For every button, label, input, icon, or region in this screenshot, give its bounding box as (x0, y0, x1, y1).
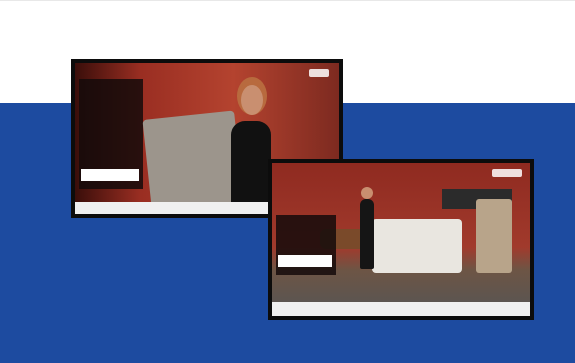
bed-display (372, 219, 462, 273)
channel-logo (492, 169, 522, 177)
blanket-product (142, 110, 244, 212)
channel-logo (309, 69, 329, 77)
ticker-bar (272, 302, 530, 316)
host-figure (360, 199, 374, 269)
price-box (81, 169, 139, 181)
broadcast-screenshot-2 (268, 159, 534, 320)
host-figure (231, 121, 271, 209)
host-head (241, 85, 263, 115)
blanket-product (476, 199, 512, 273)
host-head (361, 187, 373, 199)
price-box (278, 255, 332, 267)
